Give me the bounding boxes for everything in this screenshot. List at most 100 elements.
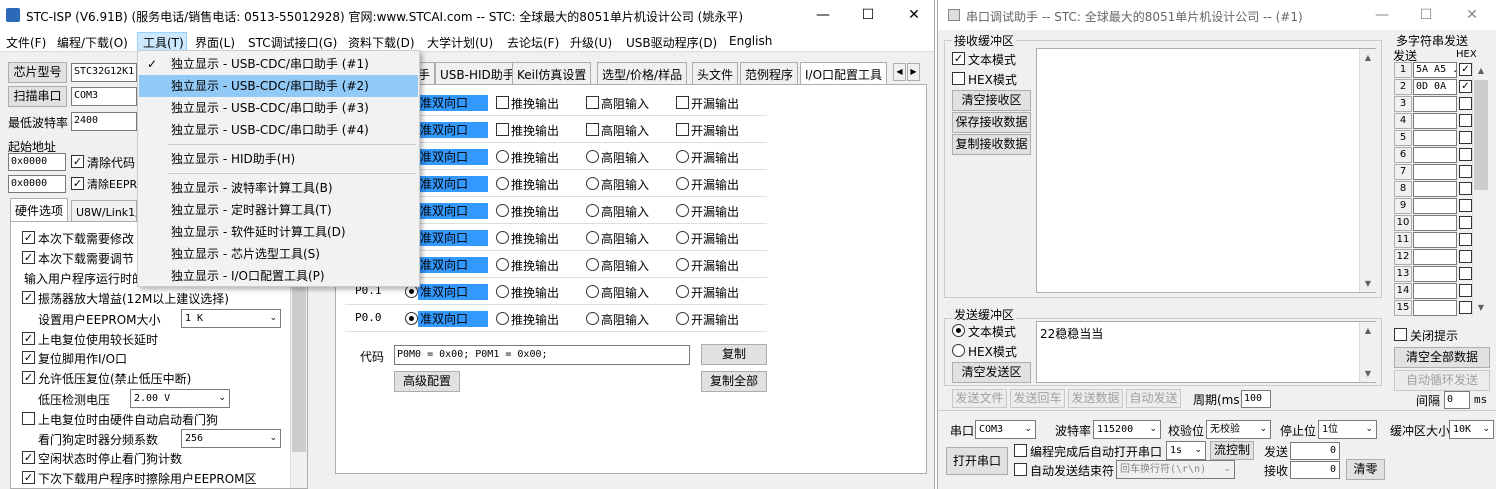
multi-send-hex-checkbox[interactable] <box>1459 165 1472 178</box>
watchdog-div-select[interactable]: 256 ⌄ <box>181 429 281 448</box>
tab-scroll-right-icon[interactable]: ▶ <box>907 63 920 81</box>
multi-send-row-button[interactable]: 3 <box>1394 96 1412 112</box>
io-mode-option-radio[interactable] <box>586 312 599 325</box>
period-field[interactable]: 100 <box>1241 390 1271 408</box>
multi-send-row-button[interactable]: 5 <box>1394 130 1412 146</box>
menu-item-delay-calc[interactable]: 独立显示 - 软件延时计算工具(D) <box>139 221 418 243</box>
multi-send-row-button[interactable]: 2 <box>1394 79 1412 95</box>
multi-send-hex-checkbox[interactable] <box>1459 182 1472 195</box>
menu-item-io-config[interactable]: 独立显示 - I/O口配置工具(P) <box>139 265 418 287</box>
menu-item-chip-select[interactable]: 独立显示 - 芯片选型工具(S) <box>139 243 418 265</box>
parity-select[interactable]: 无校验 ⌄ <box>1206 420 1271 439</box>
io-mode-option-radio[interactable] <box>496 204 509 217</box>
send-hex-mode-radio[interactable] <box>952 344 965 357</box>
io-mode-option-radio[interactable] <box>586 204 599 217</box>
hw-opt-13-checkbox[interactable]: ✓ <box>22 471 35 484</box>
maximize-icon[interactable]: ☐ <box>853 4 883 26</box>
hw-opt-2-checkbox[interactable]: ✓ <box>22 251 35 264</box>
hw-opt-12-checkbox[interactable]: ✓ <box>22 451 35 464</box>
tab-header[interactable]: 头文件 <box>692 62 739 84</box>
menu-debug[interactable]: STC调试接口(G) <box>248 34 337 51</box>
multi-send-row-button[interactable]: 10 <box>1394 215 1412 231</box>
multi-send-row-button[interactable]: 12 <box>1394 249 1412 265</box>
io-mode-option-radio[interactable] <box>586 258 599 271</box>
multi-send-hex-checkbox[interactable]: ✓ <box>1459 63 1472 76</box>
tab-io-config[interactable]: I/O口配置工具 <box>800 62 888 86</box>
io-mode-option-radio[interactable] <box>586 123 599 136</box>
chip-model-button[interactable]: 芯片型号 <box>8 62 67 83</box>
io-mode-option-radio[interactable] <box>586 231 599 244</box>
io-mode-quasi-radio[interactable] <box>405 312 418 325</box>
multi-send-row-field[interactable] <box>1413 232 1457 248</box>
baud-select[interactable]: 115200 ⌄ <box>1093 420 1161 439</box>
recv-scrollbar[interactable]: ▲ ▼ <box>1359 49 1376 292</box>
hw-opt-1-checkbox[interactable]: ✓ <box>22 231 35 244</box>
auto-send-button[interactable]: 自动发送 <box>1126 389 1181 408</box>
hw-opt-7-checkbox[interactable]: ✓ <box>22 351 35 364</box>
menu-docs[interactable]: 资料下载(D) <box>348 34 415 51</box>
port-select[interactable]: COM3 <box>71 87 137 106</box>
menu-forum[interactable]: 去论坛(F) <box>507 34 559 51</box>
scan-port-button[interactable]: 扫描串口 <box>8 86 67 107</box>
multi-send-row-button[interactable]: 7 <box>1394 164 1412 180</box>
io-mode-option-radio[interactable] <box>586 150 599 163</box>
multi-send-hex-checkbox[interactable] <box>1459 233 1472 246</box>
close-hint-checkbox[interactable] <box>1394 328 1407 341</box>
io-mode-option-radio[interactable] <box>586 177 599 190</box>
code-field[interactable]: P0M0 = 0x00; P0M1 = 0x00; <box>394 345 690 365</box>
open-port-button[interactable]: 打开串口 <box>946 447 1008 475</box>
tab-u8w-link1[interactable]: U8W/Link1脱 <box>71 200 137 222</box>
io-mode-option-radio[interactable] <box>496 312 509 325</box>
menu-item-baud-calc[interactable]: 独立显示 - 波特率计算工具(B) <box>139 177 418 199</box>
advanced-config-button[interactable]: 高级配置 <box>394 371 460 392</box>
multi-send-hex-checkbox[interactable] <box>1459 131 1472 144</box>
close-icon[interactable]: ✕ <box>899 4 929 26</box>
send-text-mode-radio[interactable] <box>952 324 965 337</box>
multi-send-hex-checkbox[interactable]: ✓ <box>1459 80 1472 93</box>
multi-send-row-button[interactable]: 15 <box>1394 300 1412 316</box>
clear-send-button[interactable]: 清空发送区 <box>952 362 1031 383</box>
multi-send-row-field[interactable] <box>1413 215 1457 231</box>
multi-send-row-button[interactable]: 8 <box>1394 181 1412 197</box>
multi-send-hex-checkbox[interactable] <box>1459 148 1472 161</box>
menu-tools-active[interactable]: 工具(T) <box>143 34 184 51</box>
multi-send-row-button[interactable]: 13 <box>1394 266 1412 282</box>
send-textarea[interactable]: 22稳稳当当 <box>1036 321 1376 383</box>
multi-send-row-field[interactable]: 5A A5 ... <box>1413 62 1457 78</box>
multi-send-row-field[interactable] <box>1413 147 1457 163</box>
io-mode-option-radio[interactable] <box>676 312 689 325</box>
stop-bits-select[interactable]: 1位 ⌄ <box>1318 420 1377 439</box>
chip-model-select[interactable]: STC32G12K1 <box>71 63 137 82</box>
auto-open-checkbox[interactable] <box>1014 444 1027 457</box>
recv-text-mode-checkbox[interactable]: ✓ <box>952 52 965 65</box>
multi-send-row-button[interactable]: 9 <box>1394 198 1412 214</box>
tab-selection[interactable]: 选型/价格/样品 <box>597 62 688 84</box>
multi-send-hex-checkbox[interactable] <box>1459 250 1472 263</box>
min-baud-select[interactable]: 2400 <box>71 112 137 131</box>
interval-field[interactable]: 0 <box>1444 391 1470 409</box>
io-mode-option-radio[interactable] <box>676 285 689 298</box>
menu-item-cdc-2[interactable]: 独立显示 - USB-CDC/串口助手 (#2) <box>139 75 418 97</box>
multi-send-row-field[interactable] <box>1413 164 1457 180</box>
tab-keil[interactable]: Keil仿真设置 <box>512 62 592 84</box>
multi-send-hex-checkbox[interactable] <box>1459 216 1472 229</box>
tab-scroll-left-icon[interactable]: ◀ <box>893 63 906 81</box>
auto-send-end-checkbox[interactable] <box>1014 463 1027 476</box>
clear-code-checkbox[interactable]: ✓ <box>71 155 84 168</box>
multi-send-row-button[interactable]: 4 <box>1394 113 1412 129</box>
multi-send-scrollbar[interactable]: ▲ ▼ <box>1472 62 1489 316</box>
hw-opt-4-checkbox[interactable]: ✓ <box>22 291 35 304</box>
port-select[interactable]: COM3 ⌄ <box>975 420 1036 439</box>
io-mode-option-radio[interactable] <box>676 204 689 217</box>
io-mode-option-radio[interactable] <box>586 285 599 298</box>
tab-usb-hid[interactable]: USB-HID助手 <box>435 62 520 84</box>
eeprom-size-select[interactable]: 1 K ⌄ <box>181 309 281 328</box>
copy-recv-button[interactable]: 复制接收数据 <box>952 134 1031 155</box>
multi-send-row-field[interactable] <box>1413 181 1457 197</box>
io-mode-option-radio[interactable] <box>676 96 689 109</box>
io-mode-option-radio[interactable] <box>676 231 689 244</box>
scroll-up-icon[interactable]: ▲ <box>1360 322 1376 339</box>
menu-item-timer-calc[interactable]: 独立显示 - 定时器计算工具(T) <box>139 199 418 221</box>
io-mode-option-radio[interactable] <box>496 231 509 244</box>
clear-zero-button[interactable]: 清零 <box>1346 459 1385 480</box>
